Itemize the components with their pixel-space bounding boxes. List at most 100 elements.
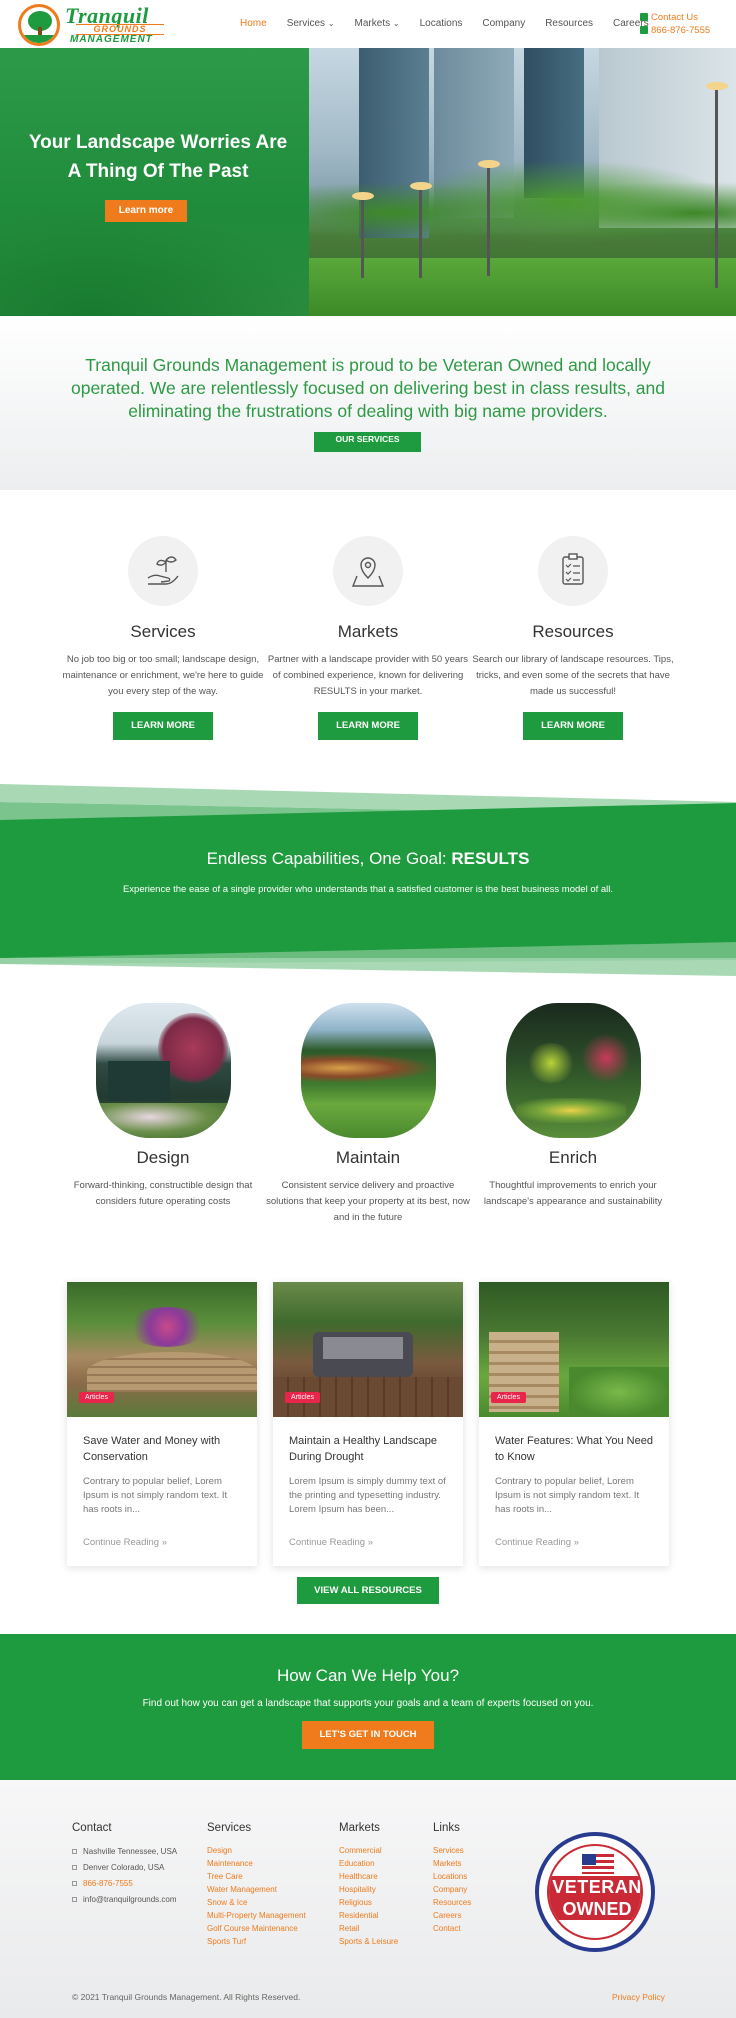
continue-reading-link[interactable]: Continue Reading » (495, 1537, 653, 1548)
pillar-text: Thoughtful improvements to enrich your l… (483, 1180, 663, 1207)
pillar-text: Forward-thinking, constructible design t… (73, 1180, 253, 1207)
pillar-text: Consistent service delivery and proactiv… (266, 1180, 470, 1223)
privacy-policy-link[interactable]: Privacy Policy (612, 1992, 665, 2002)
article-card[interactable]: Articles Maintain a Healthy Landscape Du… (273, 1282, 463, 1566)
nav-item-services-label: Services (286, 18, 326, 29)
site-header: Tranquil GROUNDS MANAGEMENT Home Service… (0, 0, 736, 48)
footer-link[interactable]: Hospitality (339, 1883, 398, 1896)
map-pin-icon (333, 536, 403, 606)
contact-us-link[interactable]: Contact Us (640, 11, 710, 24)
flag-icon (582, 1854, 614, 1874)
footer-heading: Contact (72, 1822, 112, 1834)
footer-link[interactable]: Commercial (339, 1844, 398, 1857)
learn-more-button[interactable]: LEARN MORE (113, 712, 213, 740)
footer-heading: Services (207, 1822, 252, 1834)
footer-heading: Links (433, 1822, 460, 1834)
view-all-resources-button[interactable]: VIEW ALL RESOURCES (297, 1577, 439, 1604)
article-card[interactable]: Articles Water Features: What You Need t… (479, 1282, 669, 1566)
footer-link[interactable]: Services (433, 1844, 471, 1857)
continue-reading-link[interactable]: Continue Reading » (289, 1537, 447, 1548)
footer-link[interactable]: Company (433, 1883, 471, 1896)
article-excerpt: Lorem Ipsum is simply dummy text of the … (289, 1476, 446, 1515)
footer-link[interactable]: Locations (433, 1870, 471, 1883)
copyright: © 2021 Tranquil Grounds Management. All … (72, 1992, 301, 2002)
footer-link[interactable]: Residential (339, 1909, 398, 1922)
results-band-title: Endless Capabilities, One Goal: RESULTS (0, 849, 736, 869)
footer-link[interactable]: Healthcare (339, 1870, 398, 1883)
footer-markets: Markets Commercial Education Healthcare … (339, 1822, 398, 1948)
hand-plant-icon (128, 536, 198, 606)
article-excerpt: Contrary to popular belief, Lorem Ipsum … (83, 1476, 228, 1515)
get-in-touch-button[interactable]: LET'S GET IN TOUCH (302, 1721, 434, 1749)
nav-item-markets-label: Markets (354, 18, 391, 29)
footer-link[interactable]: Golf Course Maintenance (207, 1922, 306, 1935)
email-icon (72, 1897, 77, 1902)
footer-link[interactable]: Design (207, 1844, 306, 1857)
footer-link[interactable]: Markets (433, 1857, 471, 1870)
intro-section: Tranquil Grounds Management is proud to … (0, 316, 736, 490)
feature-text: Search our library of landscape resource… (472, 654, 674, 697)
nav-item-resources[interactable]: Resources (545, 18, 593, 29)
chat-icon (640, 13, 648, 21)
footer-link[interactable]: Retail (339, 1922, 398, 1935)
footer-link[interactable]: Resources (433, 1896, 471, 1909)
footer-link[interactable]: Careers (433, 1909, 471, 1922)
location-icon (72, 1865, 77, 1870)
footer-link[interactable]: Snow & Ice (207, 1896, 306, 1909)
footer-email-text: info@tranquilgrounds.com (83, 1895, 177, 1904)
learn-more-button[interactable]: LEARN MORE (318, 712, 418, 740)
nav-item-home[interactable]: Home (240, 18, 267, 29)
cta-section: How Can We Help You? Find out how you ca… (0, 1634, 736, 1780)
pillar-maintain: Maintain Consistent service delivery and… (265, 1003, 471, 1226)
footer-link[interactable]: Sports & Leisure (339, 1935, 398, 1948)
footer-link[interactable]: Multi-Property Management (207, 1909, 306, 1922)
header-contact: Contact Us 866-876-7555 (640, 11, 710, 37)
results-band-title-prefix: Endless Capabilities, One Goal: (206, 849, 452, 868)
article-title[interactable]: Maintain a Healthy Landscape During Drou… (289, 1433, 447, 1467)
cta-text: Find out how you can get a landscape tha… (142, 1698, 594, 1709)
article-tag[interactable]: Articles (79, 1392, 114, 1403)
learn-more-button[interactable]: LEARN MORE (523, 712, 623, 740)
our-services-button[interactable]: OUR SERVICES (314, 432, 421, 452)
phone-label: 866-876-7555 (651, 25, 711, 36)
logo-text-management: MANAGEMENT (70, 34, 153, 45)
footer-phone[interactable]: 866-876-7555 (72, 1876, 177, 1892)
hero-section: Your Landscape Worries Are A Thing Of Th… (0, 48, 736, 316)
veteran-owned-badge: VETERAN OWNED (535, 1832, 655, 1952)
article-card[interactable]: Articles Save Water and Money with Conse… (67, 1282, 257, 1566)
feature-text: No job too big or too small; landscape d… (62, 654, 264, 697)
article-tag[interactable]: Articles (491, 1392, 526, 1403)
article-tag[interactable]: Articles (285, 1392, 320, 1403)
footer-link[interactable]: Contact (433, 1922, 471, 1935)
footer-email[interactable]: info@tranquilgrounds.com (72, 1892, 177, 1908)
hero-title: Your Landscape Worries Are A Thing Of Th… (28, 132, 288, 182)
article-title[interactable]: Water Features: What You Need to Know (495, 1433, 653, 1467)
pillar-title: Design (136, 1148, 190, 1167)
footer-link[interactable]: Religious (339, 1896, 398, 1909)
maintain-image (300, 1003, 436, 1138)
footer-link[interactable]: Tree Care (207, 1870, 306, 1883)
footer-link[interactable]: Water Management (207, 1883, 306, 1896)
nav-item-services[interactable]: Services ⌄ (287, 18, 335, 29)
article-title[interactable]: Save Water and Money with Conservation (83, 1433, 241, 1467)
checklist-icon (538, 536, 608, 606)
footer-address-text: Denver Colorado, USA (83, 1863, 165, 1872)
logo[interactable]: Tranquil GROUNDS MANAGEMENT (18, 2, 168, 46)
footer-services: Services Design Maintenance Tree Care Wa… (207, 1822, 306, 1948)
feature-title: Services (130, 622, 196, 641)
nav-item-company[interactable]: Company (482, 18, 525, 29)
nav-item-locations[interactable]: Locations (420, 18, 463, 29)
results-band-subtitle: Experience the ease of a single provider… (122, 884, 614, 895)
phone-link[interactable]: 866-876-7555 (640, 24, 710, 37)
feature-resources: Resources Search our library of landscap… (470, 536, 676, 740)
footer-link[interactable]: Sports Turf (207, 1935, 306, 1948)
footer-link[interactable]: Maintenance (207, 1857, 306, 1870)
continue-reading-link[interactable]: Continue Reading » (83, 1537, 241, 1548)
footer-link[interactable]: Education (339, 1857, 398, 1870)
feature-title: Resources (532, 622, 614, 641)
nav-item-markets[interactable]: Markets ⌄ (355, 18, 400, 29)
footer-phone-text: 866-876-7555 (83, 1879, 133, 1888)
hero-image (309, 48, 736, 316)
hero-learn-more-button[interactable]: Learn more (105, 200, 187, 222)
badge-line2: OWNED (562, 1899, 632, 1919)
